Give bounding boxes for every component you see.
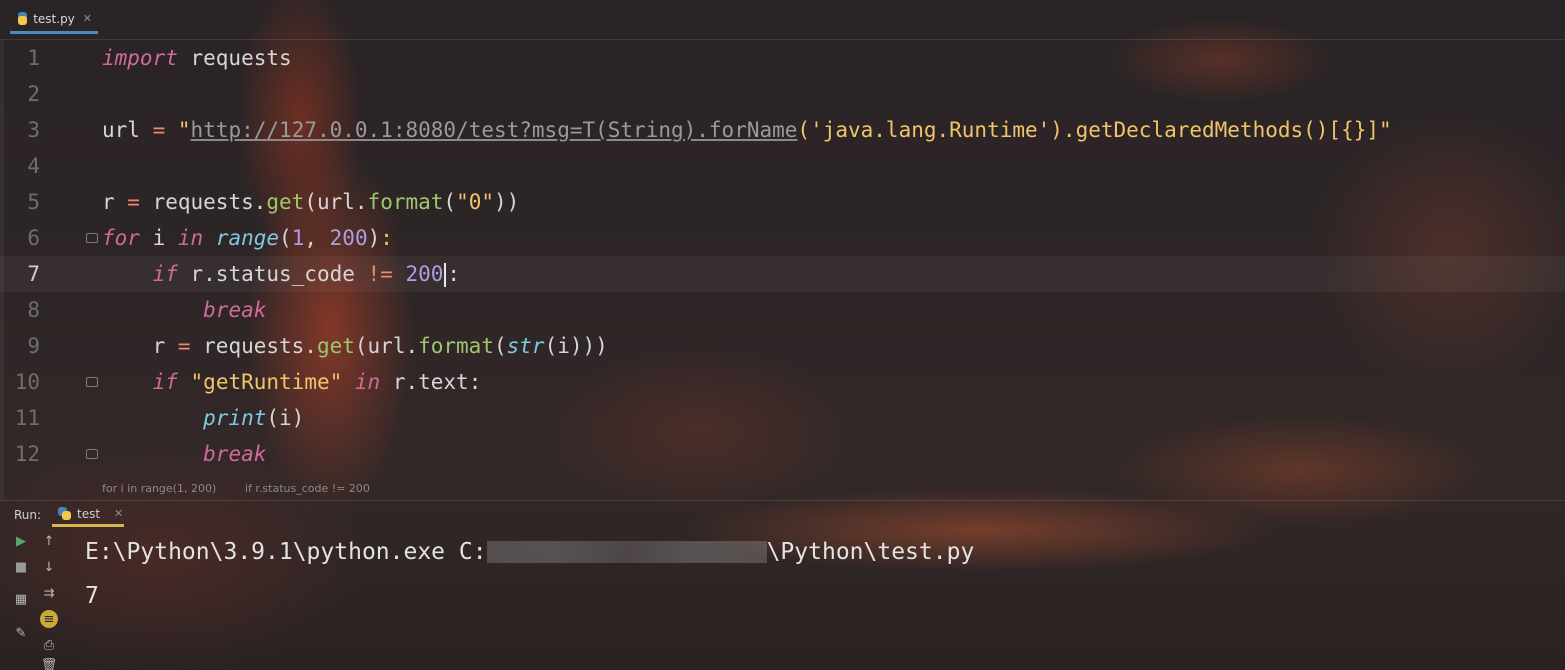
code-line-9: 9 r = requests.get(url.format(str(i))): [0, 328, 1565, 364]
run-panel-header: Run: test ✕: [0, 500, 1565, 527]
line-number: 9: [27, 334, 40, 358]
code-editor[interactable]: 1 import requests 2 3 url = "http://127.…: [0, 40, 1565, 500]
line-number: 1: [27, 46, 40, 70]
code-text: break: [203, 298, 267, 322]
line-number: 12: [14, 442, 40, 466]
scroll-to-end-icon[interactable]: ≡: [40, 610, 58, 628]
code-line-8: 8 break: [0, 292, 1565, 328]
console-output-line: 7: [85, 578, 99, 614]
console-command-line: E:\Python\3.9.1\python.exe C: \Python\tes…: [85, 534, 974, 570]
code-line-4: 4: [0, 148, 1565, 184]
python-icon: [58, 507, 71, 520]
console-command-suffix: \Python\test.py: [766, 539, 975, 565]
console-output-value: 7: [85, 583, 99, 609]
line-number: 3: [27, 118, 40, 142]
code-text: if "getRuntime" in r.text:: [152, 370, 482, 394]
code-line-7: 7 if r.status_code != 200:: [0, 256, 1565, 292]
code-text: if r.status_code != 200:: [152, 261, 461, 287]
code-text: r = requests.get(url.format(str(i))): [102, 334, 608, 358]
rerun-icon[interactable]: ▶: [12, 532, 30, 550]
code-line-12: 12 break: [0, 436, 1565, 472]
trash-icon[interactable]: 🗑: [40, 656, 58, 670]
line-number: 4: [27, 154, 40, 178]
fold-icon[interactable]: [86, 377, 98, 387]
breadcrumb-item[interactable]: for i in range(1, 200): [102, 482, 216, 495]
console-output[interactable]: E:\Python\3.9.1\python.exe C: \Python\tes…: [85, 534, 974, 614]
run-tab-label: test: [77, 506, 101, 521]
line-number: 8: [27, 298, 40, 322]
line-number: 6: [27, 226, 40, 250]
code-line-5: 5 r = requests.get(url.format("0")): [0, 184, 1565, 220]
pin-icon[interactable]: ✎: [12, 624, 30, 642]
tab-test-py[interactable]: test.py ✕: [10, 6, 98, 34]
line-number: 7: [27, 262, 40, 286]
line-number: 10: [14, 370, 40, 394]
code-text: import requests: [102, 46, 292, 70]
python-file-icon: [18, 12, 28, 25]
down-arrow-icon[interactable]: ↓: [40, 558, 58, 576]
code-line-11: 11 print(i): [0, 400, 1565, 436]
code-line-3: 3 url = "http://127.0.0.1:8080/test?msg=…: [0, 112, 1565, 148]
layout-icon[interactable]: ▦: [12, 590, 30, 608]
code-text: break: [203, 442, 267, 466]
code-text: r = requests.get(url.format("0")): [102, 190, 520, 214]
run-tab-test[interactable]: test ✕: [52, 503, 124, 527]
fold-icon[interactable]: [86, 233, 98, 243]
run-label: Run:: [14, 508, 42, 522]
text-caret: [444, 262, 447, 287]
close-icon[interactable]: ✕: [114, 507, 123, 520]
editor-tab-bar: test.py ✕: [0, 0, 1565, 40]
stop-icon[interactable]: ■: [12, 558, 30, 576]
close-icon[interactable]: ✕: [83, 12, 92, 25]
line-number: 5: [27, 190, 40, 214]
code-line-6: 6 for i in range(1, 200):: [0, 220, 1565, 256]
tab-label: test.py: [33, 11, 75, 26]
up-arrow-icon[interactable]: ↑: [40, 532, 58, 550]
breadcrumb: for i in range(1, 200) if r.status_code …: [0, 480, 1565, 500]
code-line-1: 1 import requests: [0, 40, 1565, 76]
code-text: print(i): [203, 406, 305, 430]
code-line-10: 10 if "getRuntime" in r.text:: [0, 364, 1565, 400]
redacted-path: [486, 541, 767, 563]
soft-wrap-icon[interactable]: ⇉: [40, 584, 58, 602]
run-toolbar: ▶ ↑ ■ ↓ ▦ ⇉ ≡ ✎ ⎙ 🗑: [0, 528, 68, 670]
code-text: for i in range(1, 200):: [102, 226, 393, 250]
line-number: 2: [27, 82, 40, 106]
print-icon[interactable]: ⎙: [40, 636, 58, 654]
breadcrumb-item[interactable]: if r.status_code != 200: [245, 482, 370, 495]
code-line-2: 2: [0, 76, 1565, 112]
fold-icon[interactable]: [86, 449, 98, 459]
console-command-prefix: E:\Python\3.9.1\python.exe C:: [85, 539, 487, 565]
code-text: url = "http://127.0.0.1:8080/test?msg=T(…: [102, 118, 1392, 142]
line-number: 11: [14, 406, 40, 430]
